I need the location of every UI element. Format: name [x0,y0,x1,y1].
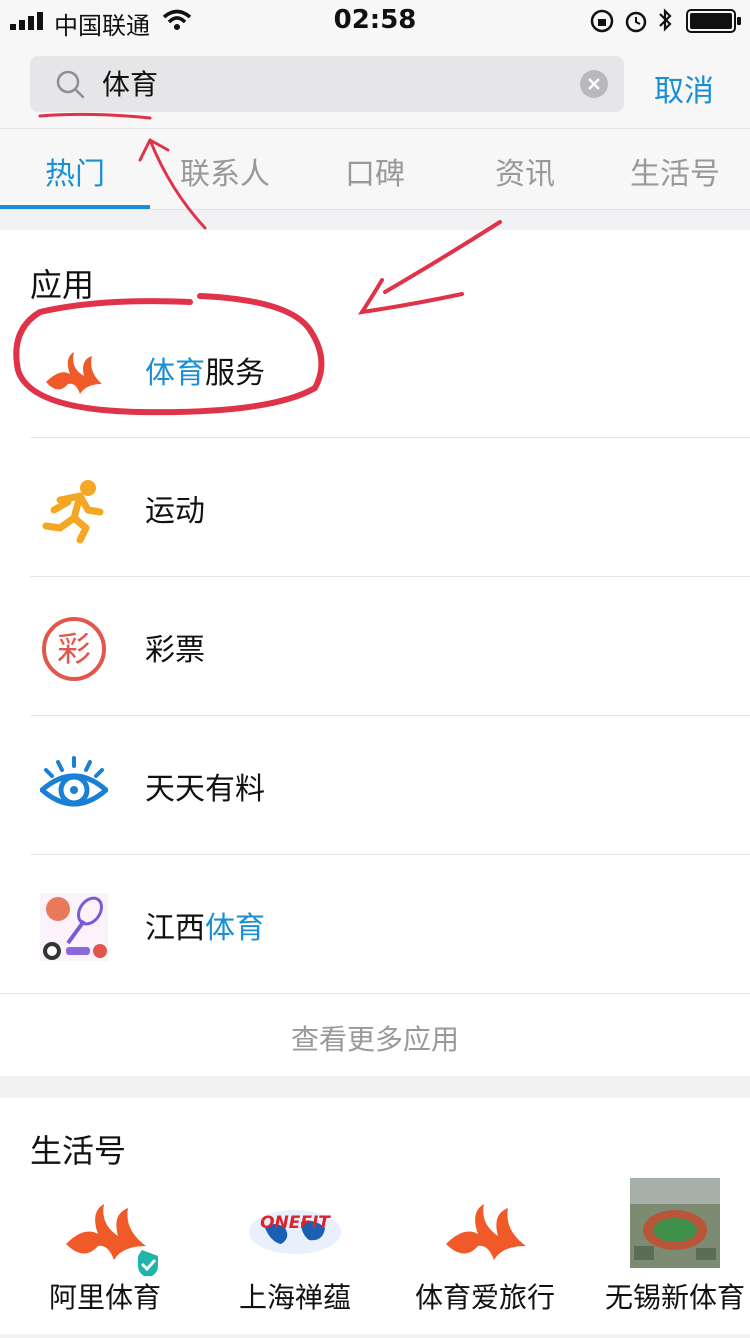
sports-equipment-icon [40,893,108,961]
system-status-icons [590,8,672,33]
search-input[interactable] [100,65,554,100]
app-row-sports-service[interactable]: 体育服务 [0,300,750,439]
app-row-daily-news[interactable]: 天天有料 [0,716,750,855]
app-label: 运动 [145,494,205,529]
active-tab-indicator [0,205,150,209]
life-account-label: 上海禅蕴 [238,1281,351,1314]
search-header: 取消 [0,40,750,128]
life-account-label: 阿里体育 [48,1281,161,1314]
tab-contacts[interactable]: 联系人 [150,149,300,193]
apps-section: 应用 体育服务 运动 彩 彩票 天天有料 江西体育 查看更多应用 [0,230,750,1076]
tab-koubei[interactable]: 口碑 [300,149,450,193]
sports-service-icon [446,1204,526,1260]
running-man-icon [42,480,104,544]
life-account-label: 无锡新体育 [604,1281,745,1314]
stadium-photo-icon [630,1178,720,1268]
category-tabs: 热门 联系人 口碑 资讯 生活号 [0,128,750,210]
life-account-label: 体育爱旅行 [414,1281,555,1314]
onefit-logo-icon: ONEFIT [249,1210,341,1254]
divider [0,993,750,994]
tab-life-accounts[interactable]: 生活号 [600,149,750,193]
life-accounts-section: 生活号 阿里体育 ONEFIT 上海禅蕴 体育爱旅行 无锡新体育 [0,1098,750,1334]
section-title-life-accounts: 生活号 [30,1132,127,1170]
app-row-sports[interactable]: 运动 [0,438,750,577]
eye-icon [40,756,108,807]
svg-text:ONEFIT: ONEFIT [260,1213,331,1233]
cancel-button[interactable]: 取消 [654,66,714,110]
more-apps-link[interactable]: 查看更多应用 [0,1018,750,1058]
status-bar: 中国联通 02:58 [0,0,750,40]
tab-news[interactable]: 资讯 [450,149,600,193]
sports-service-icon [66,1204,158,1276]
tab-hot[interactable]: 热门 [0,149,150,193]
clear-icon[interactable] [580,70,608,98]
battery-icon [686,9,741,33]
app-label: 天天有料 [145,772,265,807]
sports-service-icon [46,352,102,394]
lottery-icon: 彩 [42,617,106,681]
search-box[interactable] [30,56,624,112]
life-accounts-list: 阿里体育 ONEFIT 上海禅蕴 体育爱旅行 无锡新体育 [0,1178,750,1338]
app-label: 体育服务 [145,356,265,391]
app-label: 彩票 [145,633,205,668]
app-row-jiangxi-sports[interactable]: 江西体育 [0,855,750,994]
search-icon [56,70,85,99]
app-label: 江西体育 [145,911,265,946]
svg-text:彩: 彩 [57,630,91,670]
app-row-lottery[interactable]: 彩 彩票 [0,577,750,716]
